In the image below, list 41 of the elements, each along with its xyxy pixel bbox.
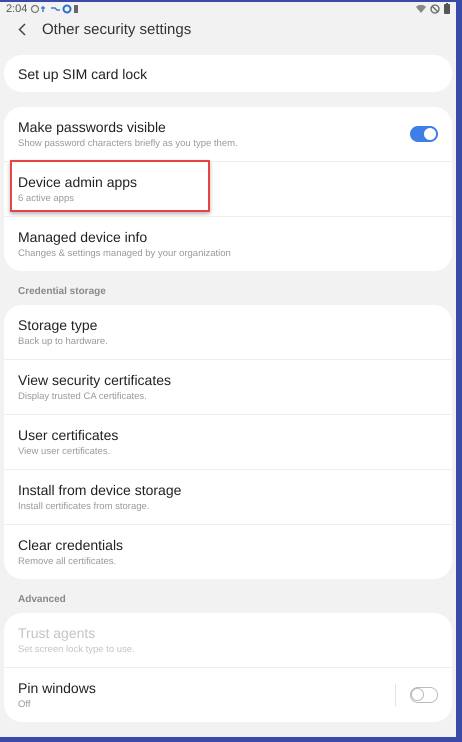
- item-title: Clear credentials: [18, 537, 124, 553]
- item-subtitle: Off: [18, 699, 32, 710]
- section-header: Credential storage: [17, 286, 107, 299]
- do-not-disturb-icon: [430, 4, 440, 14]
- item-title: Storage type: [18, 317, 98, 333]
- settings-item[interactable]: Managed device info Changes & settings managed by your organization: [4, 216, 452, 271]
- item-title: Pin windows: [18, 680, 97, 696]
- item-subtitle: View user certificates.: [18, 446, 112, 457]
- settings-item[interactable]: View security certificates Display trusted CA certificates.: [4, 359, 452, 414]
- item-title: Install from device storage: [18, 482, 182, 498]
- item-title: User certificates: [18, 427, 120, 443]
- item-title: Managed device info: [18, 229, 148, 245]
- settings-item[interactable]: Storage type Back up to hardware.: [4, 305, 452, 359]
- item-subtitle: Back up to hardware.: [18, 336, 109, 347]
- item-subtitle: Show password characters briefly as you type them.: [18, 138, 239, 149]
- item-title: Set up SIM card lock: [18, 66, 148, 82]
- settings-item[interactable]: Device admin apps 6 active apps: [4, 161, 452, 216]
- settings-item[interactable]: Install from device storage Install certificates from storage.: [4, 469, 452, 524]
- settings-item[interactable]: User certificates View user certificates.: [4, 414, 452, 469]
- status-time: 2:04: [6, 2, 28, 15]
- battery-icon: [444, 3, 450, 14]
- item-subtitle: Set screen lock type to use.: [18, 644, 136, 655]
- settings-item[interactable]: Pin windows Off: [4, 667, 452, 722]
- toggle-switch[interactable]: [410, 126, 438, 142]
- item-subtitle: Changes & settings managed by your organization: [18, 248, 232, 259]
- section-header: Advanced: [17, 594, 67, 607]
- item-title: Trust agents: [18, 625, 96, 641]
- item-subtitle: Remove all certificates.: [18, 556, 118, 567]
- item-subtitle: Display trusted CA certificates.: [18, 391, 148, 402]
- item-subtitle: Install certificates from storage.: [18, 501, 150, 512]
- toggle-switch[interactable]: [410, 687, 438, 703]
- item-subtitle: 6 active apps: [18, 193, 75, 204]
- wifi-icon: [416, 4, 426, 14]
- back-icon[interactable]: [18, 23, 26, 36]
- settings-item[interactable]: Clear credentials Remove all certificates.: [4, 524, 452, 579]
- settings-item[interactable]: Set up SIM card lock: [4, 55, 452, 92]
- item-title: View security certificates: [18, 372, 172, 388]
- settings-item[interactable]: Make passwords visible Show password characters briefly as you type them.: [4, 107, 452, 161]
- item-title: Device admin apps: [18, 174, 138, 190]
- item-title: Make passwords visible: [18, 119, 167, 135]
- page-title: Other security settings: [42, 21, 192, 38]
